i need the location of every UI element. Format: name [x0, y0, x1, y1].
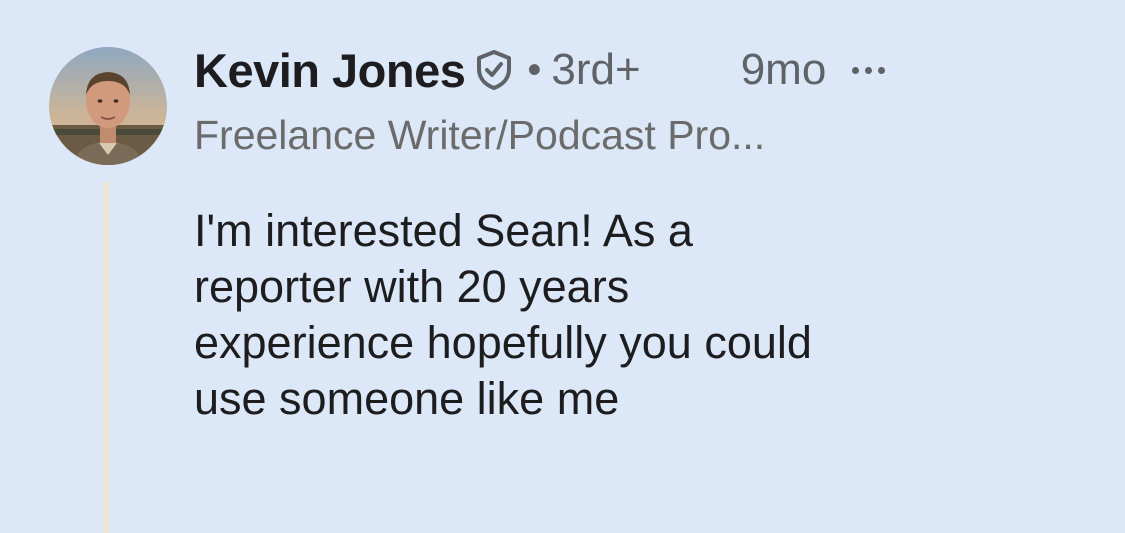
more-options-button[interactable] — [852, 66, 886, 74]
comment: Kevin Jones • 3rd+ 9mo Freelance Writer/… — [194, 34, 1085, 427]
comment-body-line: experience hopefully you could — [194, 317, 812, 368]
separator-dot: • — [527, 47, 542, 92]
ellipsis-icon — [878, 66, 886, 74]
ellipsis-icon — [865, 66, 873, 74]
author-name[interactable]: Kevin Jones — [194, 43, 466, 98]
timestamp: 9mo — [740, 45, 827, 94]
thread-line — [104, 182, 109, 533]
author-headline: Freelance Writer/Podcast Pro... — [194, 112, 766, 158]
avatar[interactable] — [49, 47, 167, 165]
shield-check-icon — [475, 49, 513, 91]
ellipsis-icon — [852, 66, 860, 74]
connection-degree: 3rd+ — [551, 45, 641, 94]
avatar-photo — [49, 47, 167, 165]
comment-body-line: reporter with 20 years — [194, 261, 630, 312]
comment-body-line: I'm interested Sean! As a — [194, 205, 693, 256]
comment-body: I'm interested Sean! As a reporter with … — [194, 203, 1054, 427]
comment-body-line: use someone like me — [194, 373, 620, 424]
comment-header: Kevin Jones • 3rd+ 9mo — [194, 34, 1085, 106]
